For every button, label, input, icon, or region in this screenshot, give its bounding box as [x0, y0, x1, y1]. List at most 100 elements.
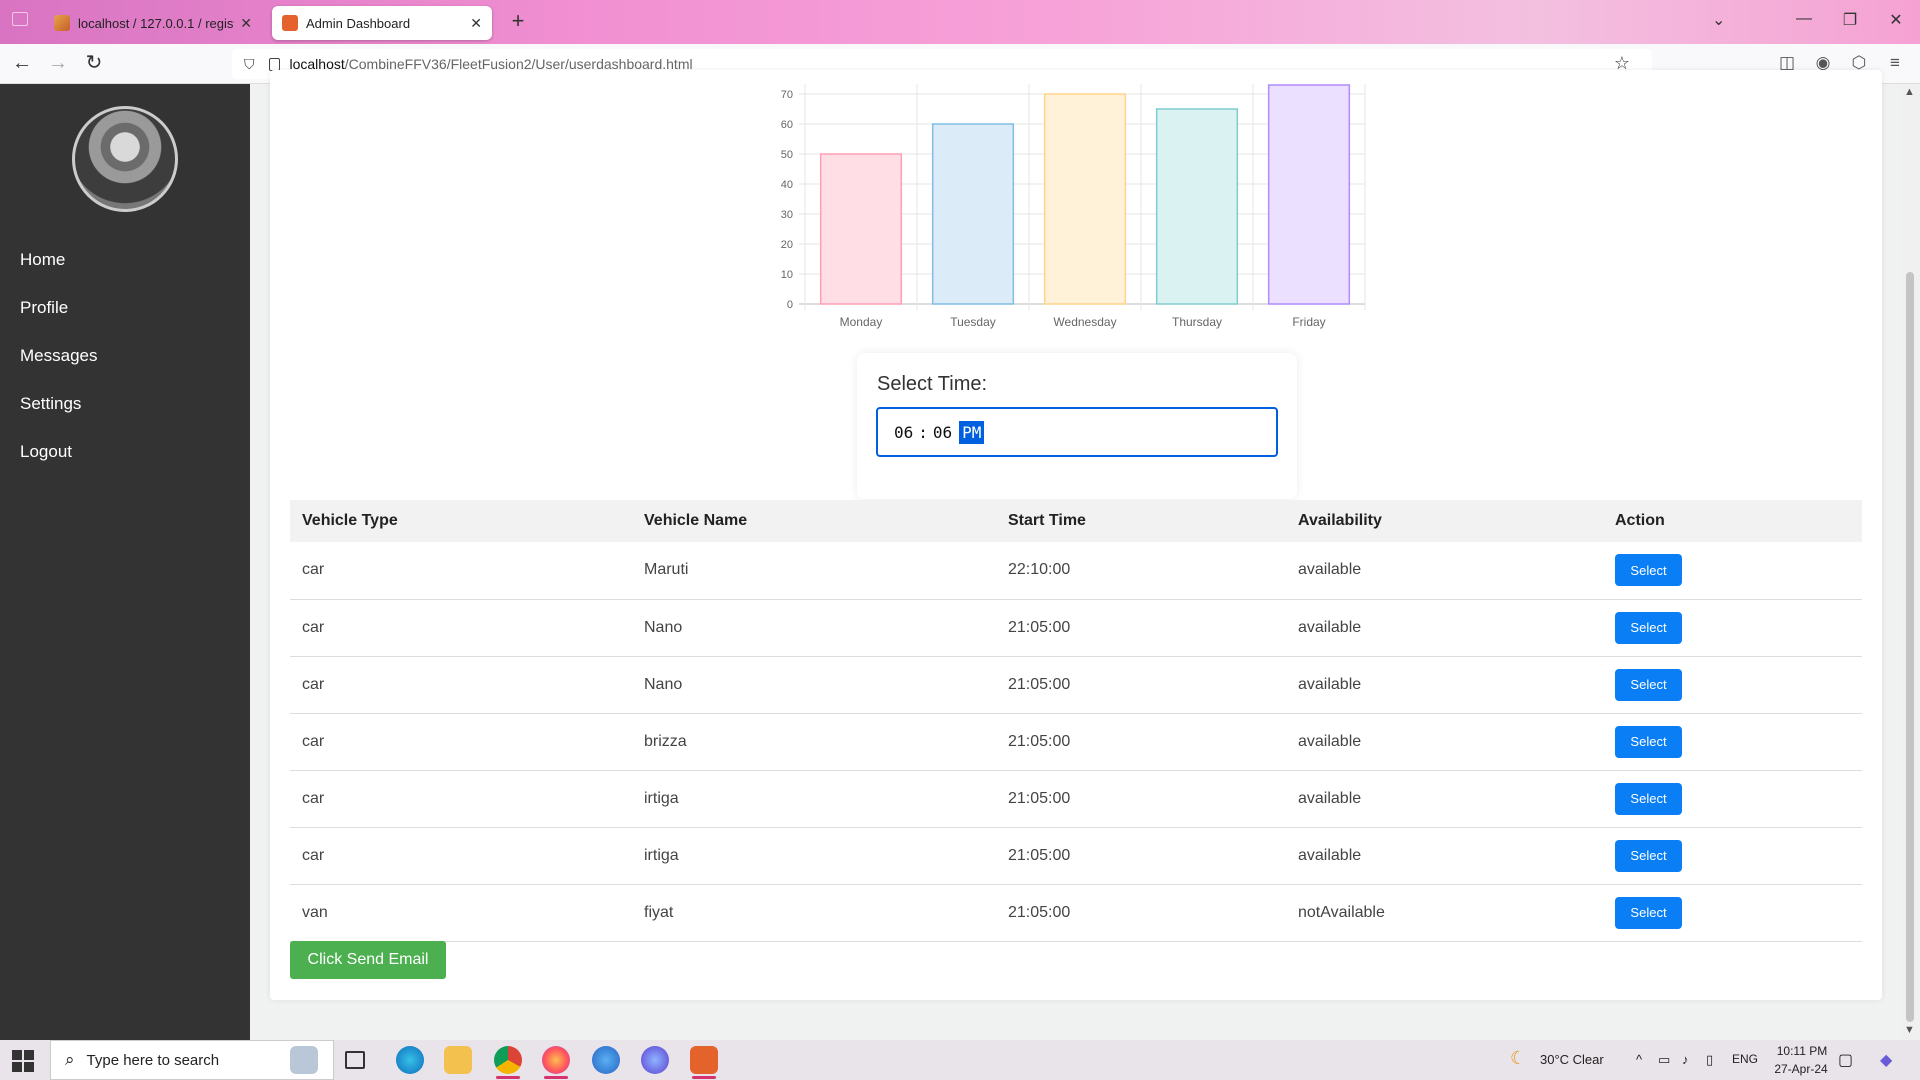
- network-icon[interactable]: ▭: [1658, 1052, 1670, 1068]
- select-button[interactable]: Select: [1615, 611, 1682, 644]
- cell-start-time: 21:05:00: [996, 884, 1286, 942]
- scroll-down-icon[interactable]: ▼: [1904, 1024, 1915, 1036]
- chevron-up-icon[interactable]: ^: [1636, 1052, 1642, 1067]
- tab-admin-dashboard[interactable]: Admin Dashboard ✕: [272, 6, 492, 40]
- windows-taskbar: ⌕ Type here to search ☾ 30°C Clear ^ ▭ ♪…: [0, 1040, 1920, 1080]
- forward-arrow-icon[interactable]: →: [46, 52, 70, 76]
- select-button[interactable]: Select: [1615, 839, 1682, 872]
- edge-icon[interactable]: [396, 1046, 424, 1074]
- cell-action: Select: [1603, 884, 1862, 942]
- copilot-icon[interactable]: ◆: [1880, 1050, 1892, 1070]
- xampp-favicon-icon: [282, 15, 298, 31]
- bar-friday: [1267, 84, 1351, 305]
- page-icon: [268, 57, 280, 71]
- task-view-icon[interactable]: [345, 1051, 365, 1069]
- scroll-up-icon[interactable]: ▲: [1904, 86, 1915, 98]
- chevron-down-icon[interactable]: ⌄: [1712, 10, 1725, 30]
- tab-title: Admin Dashboard: [306, 15, 411, 31]
- table-row: van fiyat 21:05:00 notAvailable Select: [290, 884, 1862, 942]
- cell-action: Select: [1603, 599, 1862, 657]
- browser-tab-bar: localhost / 127.0.0.1 / registratio ✕ Ad…: [0, 0, 1920, 44]
- cell-start-time: 22:10:00: [996, 542, 1286, 600]
- tab-phpmyadmin[interactable]: localhost / 127.0.0.1 / registratio ✕: [44, 6, 262, 40]
- firefox-view-icon[interactable]: [12, 12, 28, 26]
- select-button[interactable]: Select: [1615, 725, 1682, 758]
- cell-availability: available: [1286, 599, 1603, 657]
- table-row: car Maruti 22:10:00 available Select: [290, 542, 1862, 600]
- firefox-dev-icon[interactable]: [641, 1046, 669, 1074]
- weekly-bar-chart: 0 10 20 30 40 50 60 70 Monday Tuesday Wednesday Thu…: [781, 84, 1366, 329]
- time-hour[interactable]: 06: [893, 421, 914, 444]
- header-availability: Availability: [1286, 500, 1603, 542]
- x-tick-label: Monday: [840, 315, 883, 329]
- cell-vehicle-type: car: [290, 599, 632, 657]
- time-ampm[interactable]: PM: [959, 420, 985, 444]
- header-start-time: Start Time: [996, 500, 1286, 542]
- cell-vehicle-type: car: [290, 713, 632, 771]
- cell-availability: notAvailable: [1286, 884, 1603, 942]
- cortana-app-icon[interactable]: [290, 1046, 318, 1074]
- header-vehicle-type: Vehicle Type: [290, 500, 632, 542]
- page-scrollbar[interactable]: ▲ ▼: [1900, 84, 1920, 1040]
- search-icon: ⌕: [65, 1050, 75, 1069]
- sidebar-item-messages[interactable]: Messages: [20, 346, 97, 366]
- y-tick-label: 50: [781, 149, 793, 161]
- select-button[interactable]: Select: [1615, 896, 1682, 929]
- table-row: car Nano 21:05:00 available Select: [290, 599, 1862, 657]
- restore-icon[interactable]: ❐: [1838, 10, 1862, 30]
- cell-vehicle-name: Maruti: [632, 542, 996, 600]
- time-input[interactable]: 06 : 06 PM: [876, 407, 1278, 457]
- shield-icon[interactable]: ⛉: [244, 56, 255, 73]
- time-minute[interactable]: 06: [932, 421, 953, 444]
- new-tab-button[interactable]: +: [506, 10, 530, 34]
- time-separator: :: [918, 422, 928, 442]
- send-email-button[interactable]: Click Send Email: [290, 941, 446, 979]
- tab-title: localhost / 127.0.0.1 / registratio: [78, 15, 234, 31]
- cell-start-time: 21:05:00: [996, 599, 1286, 657]
- cell-vehicle-name: Nano: [632, 656, 996, 714]
- windows-start-icon[interactable]: [12, 1050, 34, 1072]
- cell-vehicle-type: car: [290, 827, 632, 885]
- select-button[interactable]: Select: [1615, 554, 1682, 587]
- xampp-icon[interactable]: [690, 1046, 718, 1079]
- sidebar-item-logout[interactable]: Logout: [20, 442, 72, 462]
- scrollbar-thumb[interactable]: [1906, 272, 1914, 1022]
- cell-action: Select: [1603, 827, 1862, 885]
- select-button[interactable]: Select: [1615, 782, 1682, 815]
- time-label: Select Time:: [877, 373, 988, 395]
- sidebar-item-home[interactable]: Home: [20, 250, 65, 270]
- cell-start-time: 21:05:00: [996, 770, 1286, 828]
- cell-action: Select: [1603, 656, 1862, 714]
- close-window-icon[interactable]: ✕: [1884, 10, 1908, 30]
- sidebar-item-settings[interactable]: Settings: [20, 394, 81, 414]
- thunderbird-icon[interactable]: [592, 1046, 620, 1074]
- clock-date[interactable]: 27-Apr-24: [1768, 1062, 1834, 1076]
- cell-vehicle-type: van: [290, 884, 632, 942]
- firefox-icon[interactable]: [542, 1046, 570, 1079]
- language-indicator[interactable]: ENG: [1732, 1052, 1758, 1066]
- file-explorer-icon[interactable]: [444, 1046, 472, 1074]
- weather-text[interactable]: 30°C Clear: [1540, 1052, 1604, 1067]
- reload-icon[interactable]: ↻: [82, 52, 106, 76]
- weather-moon-icon[interactable]: ☾: [1510, 1048, 1526, 1069]
- close-icon[interactable]: ✕: [470, 15, 482, 32]
- select-button[interactable]: Select: [1615, 668, 1682, 701]
- bar-monday: [819, 153, 903, 305]
- clock-time[interactable]: 10:11 PM: [1772, 1044, 1832, 1058]
- sidebar-item-profile[interactable]: Profile: [20, 298, 68, 318]
- menu-icon[interactable]: ≡: [1884, 53, 1906, 73]
- header-vehicle-name: Vehicle Name: [632, 500, 996, 542]
- battery-icon[interactable]: ▯: [1706, 1052, 1713, 1068]
- cell-vehicle-type: car: [290, 542, 632, 600]
- table-header-row: Vehicle Type Vehicle Name Start Time Ava…: [290, 500, 1862, 542]
- chrome-icon[interactable]: [494, 1046, 522, 1079]
- back-arrow-icon[interactable]: ←: [10, 52, 34, 76]
- cell-start-time: 21:05:00: [996, 713, 1286, 771]
- volume-icon[interactable]: ♪: [1682, 1052, 1689, 1067]
- minimize-icon[interactable]: —: [1792, 10, 1816, 28]
- header-action: Action: [1603, 500, 1862, 542]
- close-icon[interactable]: ✕: [240, 15, 252, 32]
- cell-vehicle-type: car: [290, 656, 632, 714]
- notifications-icon[interactable]: ▢: [1838, 1050, 1853, 1070]
- table-row: car Nano 21:05:00 available Select: [290, 656, 1862, 714]
